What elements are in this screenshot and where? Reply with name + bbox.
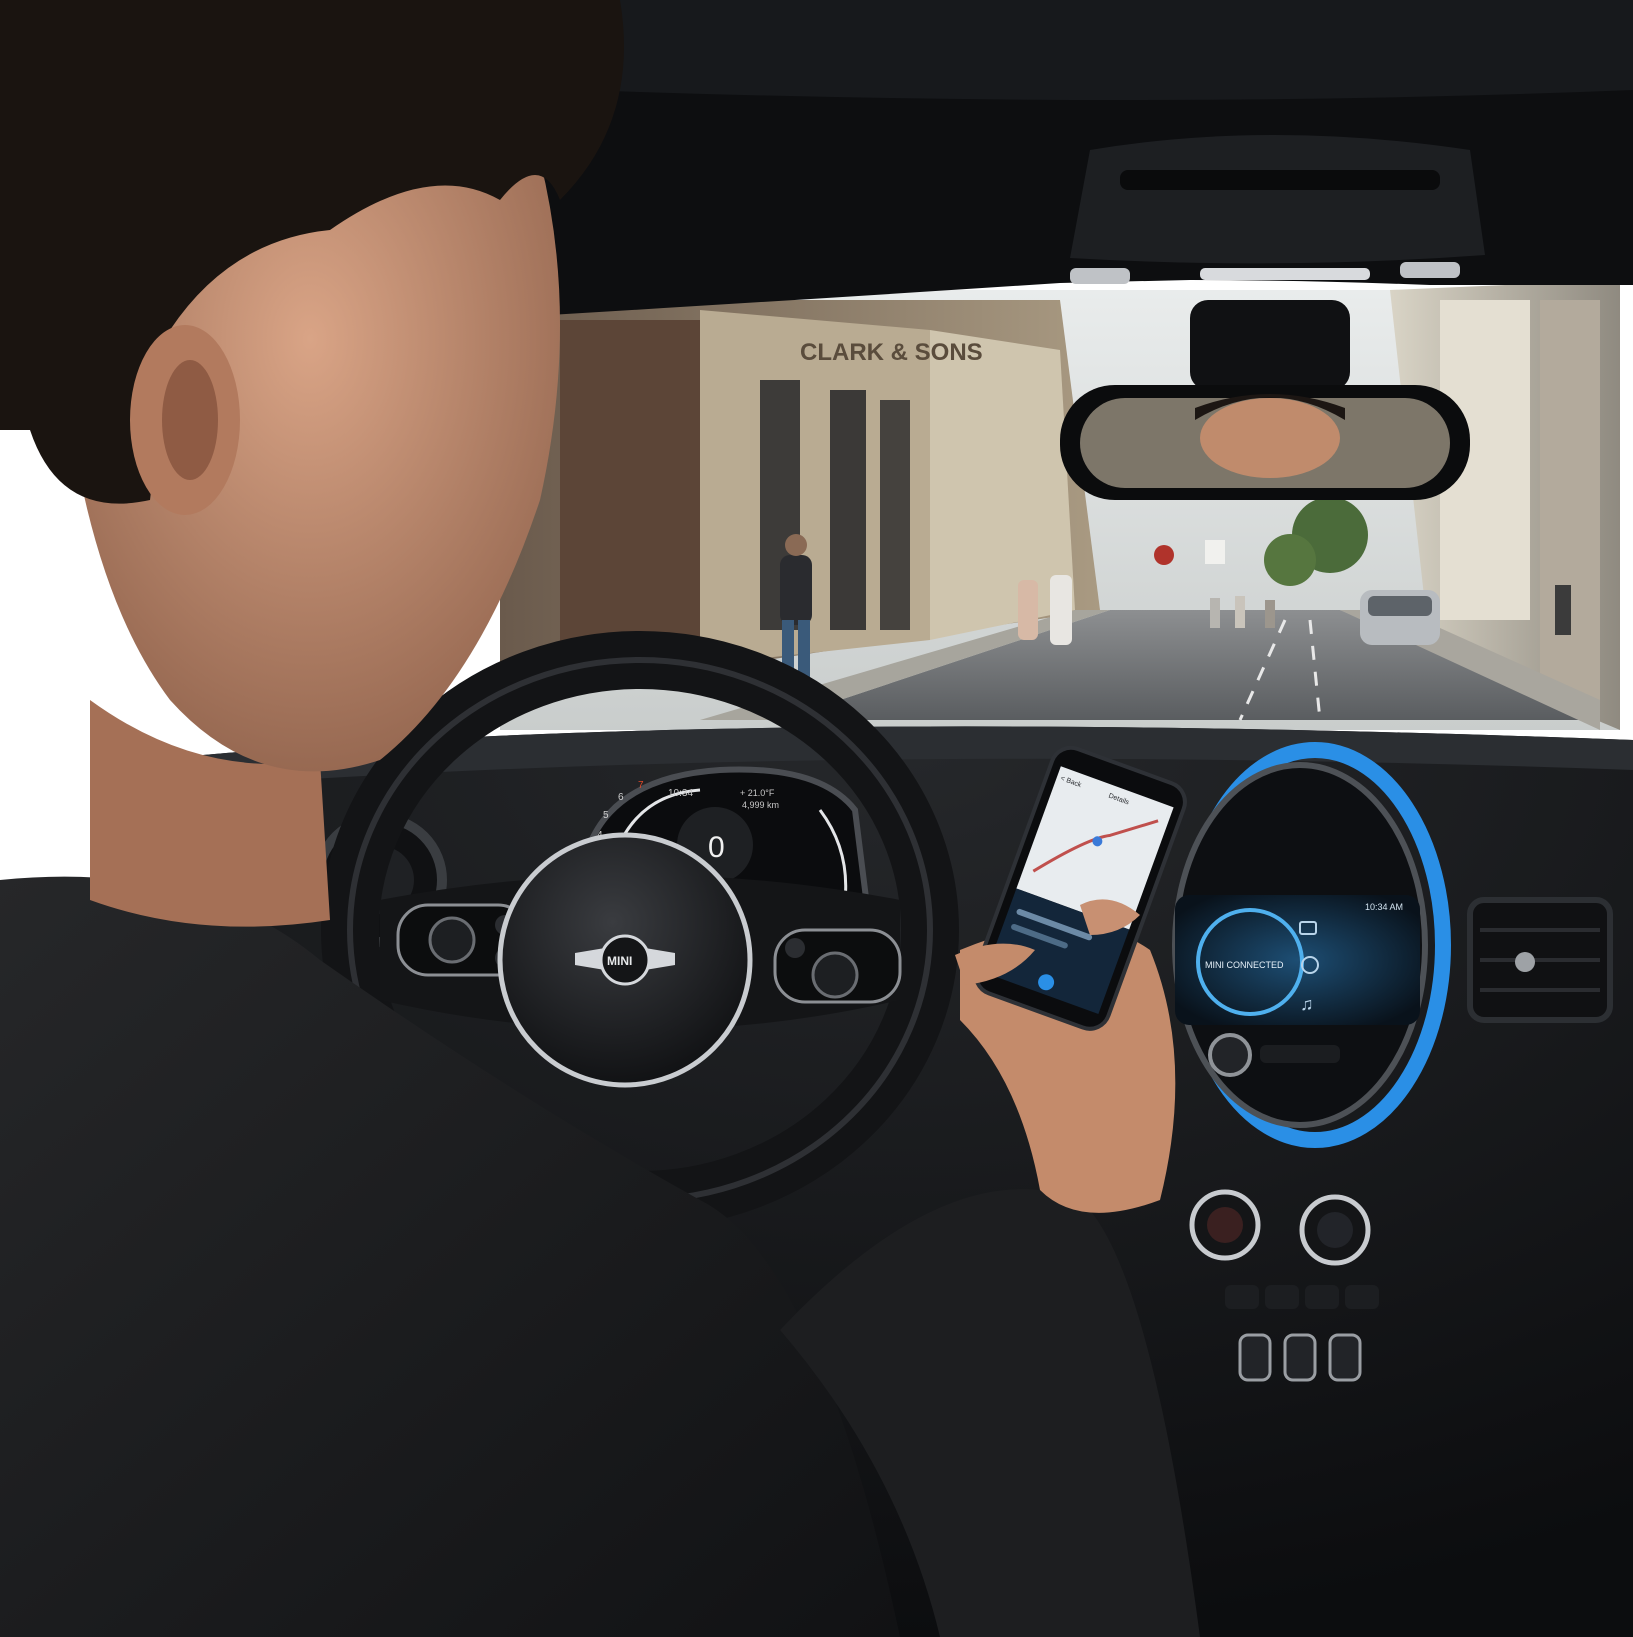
car-interior-scene: CLARK & SONS 0 10:34 + 21.0°F 4,999 km 5…	[0, 0, 1633, 1637]
tach-mark: 7	[638, 780, 644, 791]
infotainment-clock: 10:34 AM	[1365, 902, 1403, 912]
cluster-time: 10:34	[668, 788, 693, 799]
mirror-reflection-face	[1200, 398, 1340, 478]
cluster-odometer: 4,999 km	[742, 800, 779, 810]
music-note-icon[interactable]: ♫	[1300, 994, 1314, 1014]
tach-mark: 5	[603, 810, 609, 821]
brick-facade	[560, 320, 700, 680]
toggle-switches[interactable]	[1238, 1333, 1362, 1382]
infotainment-status: MINI CONNECTED	[1205, 960, 1284, 970]
cluster-temperature: + 21.0°F	[740, 788, 775, 798]
tach-mark: 6	[618, 792, 624, 803]
cluster-speed: 0	[708, 831, 725, 864]
overhead-light	[1200, 268, 1370, 280]
mini-logo-text: MINI	[607, 954, 632, 968]
stop-sign	[1154, 545, 1174, 565]
storefront-sign: CLARK & SONS	[800, 339, 983, 366]
controller-knob[interactable]	[1208, 1033, 1252, 1077]
overhead-console	[1070, 135, 1485, 264]
